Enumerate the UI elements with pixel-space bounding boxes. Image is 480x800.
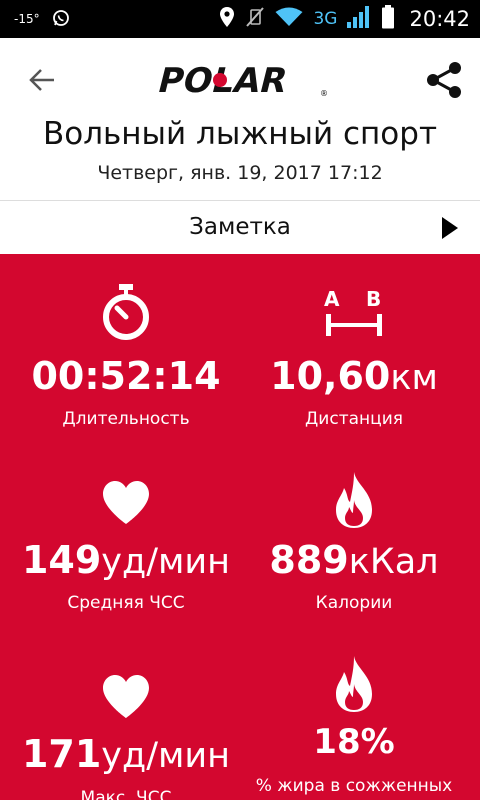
whatsapp-icon xyxy=(52,9,70,30)
stat-duration-label: Длительность xyxy=(62,409,190,429)
wifi-icon xyxy=(275,7,303,31)
svg-text:®: ® xyxy=(320,89,328,98)
location-icon xyxy=(219,6,235,32)
flame-icon xyxy=(234,470,474,530)
stat-distance-unit: км xyxy=(390,358,438,398)
mute-icon xyxy=(245,6,265,32)
stat-calories-label: Калории xyxy=(315,593,393,613)
network-type: 3G xyxy=(313,9,338,29)
stats-panel: 00:52:14 Длительность AB 10,60км Дистанц… xyxy=(0,254,480,800)
stat-duration-value: 00:52:14 xyxy=(31,354,221,398)
play-arrow-icon xyxy=(442,217,458,239)
signal-icon xyxy=(347,6,371,32)
stat-avg-hr-unit: уд/мин xyxy=(101,542,231,582)
stat-max-hr-unit: уд/мин xyxy=(101,736,231,776)
stat-fat-percent-label: % жира в сожженных xyxy=(255,776,453,796)
battery-icon xyxy=(381,5,395,33)
status-bar: -15° 3G 20:42 xyxy=(0,0,480,38)
back-arrow-icon xyxy=(29,69,54,91)
stat-distance-value: 10,60 xyxy=(270,354,391,398)
share-button[interactable] xyxy=(422,58,466,102)
stat-calories-unit: кКал xyxy=(348,542,439,582)
svg-text:A: A xyxy=(324,287,340,311)
note-label: Заметка xyxy=(189,214,291,240)
activity-title: Вольный лыжный спорт xyxy=(42,116,438,152)
heart-icon xyxy=(6,480,246,526)
stat-distance-label: Дистанция xyxy=(305,409,403,429)
back-button[interactable] xyxy=(24,62,60,98)
activity-datetime: Четверг, янв. 19, 2017 17:12 xyxy=(97,162,383,184)
heart-icon xyxy=(6,674,246,720)
stat-fat-percent-value: 18% xyxy=(313,722,395,762)
polar-logo: POLAR ® xyxy=(150,60,334,100)
note-row[interactable]: Заметка xyxy=(0,201,480,254)
stopwatch-icon xyxy=(6,284,246,340)
stat-calories-value: 889 xyxy=(269,538,349,582)
flame-icon xyxy=(234,654,474,714)
stat-max-hr-label: Макс. ЧСС xyxy=(80,788,172,800)
app-bar: POLAR ® xyxy=(0,38,480,122)
stat-avg-hr-value: 149 xyxy=(21,538,102,582)
svg-text:B: B xyxy=(366,287,381,311)
clock: 20:42 xyxy=(409,7,470,31)
distance-ab-icon: AB xyxy=(234,286,474,338)
stat-avg-hr-label: Средняя ЧСС xyxy=(67,593,185,613)
temperature-indicator: -15° xyxy=(14,12,40,26)
share-icon xyxy=(427,62,461,98)
stat-max-hr-value: 171 xyxy=(21,732,102,776)
